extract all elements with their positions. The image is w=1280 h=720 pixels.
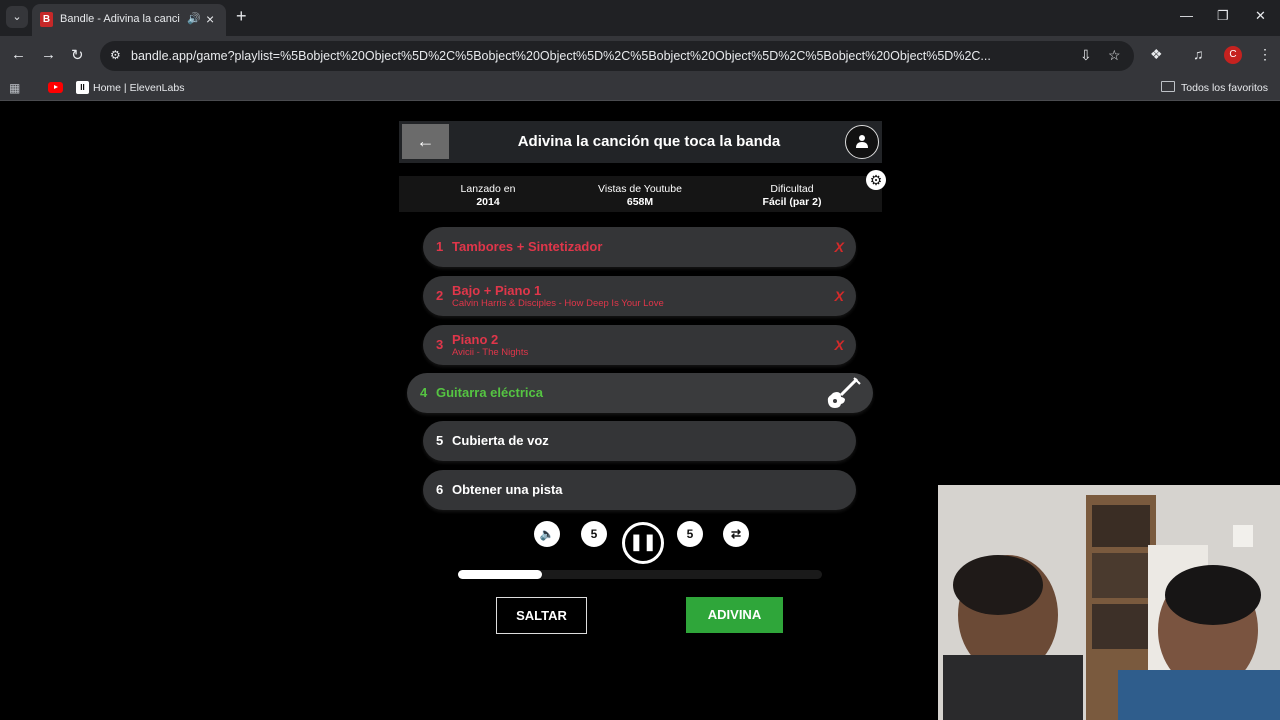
track-label: Bajo + Piano 1 bbox=[452, 283, 542, 298]
info-views-value: 658M bbox=[626, 196, 654, 208]
track-row-4-active[interactable]: 4 Guitarra eléctrica bbox=[407, 373, 873, 413]
forward-arrow-icon[interactable]: → bbox=[41, 46, 56, 63]
pause-button[interactable]: ❚❚ bbox=[622, 522, 664, 564]
track-number: 5 bbox=[436, 433, 444, 448]
info-difficulty: Dificultad Fácil (par 2) bbox=[739, 183, 845, 209]
track-row-2[interactable]: 2 Bajo + Piano 1 Calvin Harris & Discipl… bbox=[423, 276, 856, 316]
browser-toolbar: ← → ↻ ⚙ bandle.app/game?playlist=%5Bobje… bbox=[0, 36, 1280, 76]
browser-tab-active[interactable]: B Bandle - Adivina la canción 🔊 × bbox=[32, 4, 226, 36]
track-number: 3 bbox=[436, 337, 444, 352]
new-tab-plus-icon[interactable]: + bbox=[236, 6, 247, 27]
tab-title: Bandle - Adivina la canción bbox=[60, 13, 180, 25]
volume-icon[interactable]: 🔈 bbox=[534, 521, 560, 547]
track-label: Cubierta de voz bbox=[452, 433, 549, 448]
back-arrow-icon: ← bbox=[416, 131, 435, 151]
track-row-6[interactable]: 6 Obtener una pista bbox=[423, 470, 856, 510]
track-number: 1 bbox=[436, 239, 444, 254]
track-label: Piano 2 bbox=[452, 332, 499, 347]
site-settings-icon[interactable]: ⚙ bbox=[110, 48, 121, 62]
info-release-label: Lanzado en bbox=[460, 183, 516, 195]
extensions-puzzle-icon[interactable]: ❖ bbox=[1150, 46, 1163, 63]
wrong-mark-icon: X bbox=[834, 239, 844, 255]
repeat-off-icon[interactable]: ⇄ bbox=[723, 521, 749, 547]
game-title: Adivina la canción que toca la banda bbox=[517, 133, 781, 150]
user-profile-button[interactable] bbox=[845, 125, 879, 159]
guess-button[interactable]: ADIVINA bbox=[686, 597, 783, 633]
back-button[interactable]: ← bbox=[402, 124, 449, 159]
forward-5-icon[interactable]: 5 bbox=[677, 521, 703, 547]
bookmark-star-icon[interactable]: ☆ bbox=[1108, 47, 1121, 64]
playback-progress-bar[interactable] bbox=[458, 570, 822, 579]
folder-icon bbox=[1161, 81, 1176, 92]
track-row-5[interactable]: 5 Cubierta de voz bbox=[423, 421, 856, 461]
close-window-icon[interactable]: ✕ bbox=[1255, 8, 1266, 24]
track-number: 2 bbox=[436, 288, 444, 303]
minimize-window-icon[interactable]: — bbox=[1180, 8, 1193, 23]
pause-icon: ❚❚ bbox=[629, 534, 657, 551]
wrong-mark-icon: X bbox=[834, 337, 844, 353]
info-views: Vistas de Youtube 658M bbox=[585, 183, 695, 209]
track-label: Tambores + Sintetizador bbox=[452, 239, 603, 254]
track-number: 6 bbox=[436, 482, 444, 497]
rewind-seconds: 5 bbox=[590, 527, 598, 541]
track-label: Guitarra eléctrica bbox=[436, 385, 543, 400]
all-bookmarks-button[interactable]: Todos los favoritos bbox=[1161, 81, 1268, 94]
install-app-icon[interactable]: ⇩ bbox=[1080, 47, 1092, 64]
speaker-icon[interactable]: 🔊 bbox=[187, 12, 201, 25]
track-number: 4 bbox=[420, 385, 428, 400]
webcam-overlay bbox=[938, 485, 1280, 720]
apps-grid-icon[interactable]: ▦ bbox=[9, 81, 20, 95]
user-icon bbox=[856, 135, 868, 148]
bandle-favicon-icon: B bbox=[40, 12, 53, 27]
browser-menu-icon[interactable]: ⋮ bbox=[1258, 46, 1272, 63]
reload-icon[interactable]: ↻ bbox=[71, 46, 84, 64]
info-difficulty-value: Fácil (par 2) bbox=[762, 196, 822, 208]
address-bar[interactable]: ⚙ bandle.app/game?playlist=%5Bobject%20O… bbox=[100, 41, 1134, 71]
electric-guitar-icon bbox=[827, 377, 861, 408]
info-release-value: 2014 bbox=[476, 196, 500, 208]
song-info-bar: Lanzado en 2014 Vistas de Youtube 658M D… bbox=[399, 176, 882, 212]
track-row-3[interactable]: 3 Piano 2 Avicii - The Nights X bbox=[423, 325, 856, 365]
track-guess: Calvin Harris & Disciples - How Deep Is … bbox=[452, 298, 664, 309]
info-difficulty-label: Dificultad bbox=[770, 183, 814, 195]
settings-gear-icon[interactable]: ⚙ bbox=[866, 170, 886, 190]
info-views-label: Vistas de Youtube bbox=[598, 183, 682, 195]
playback-progress-fill bbox=[458, 570, 542, 579]
close-tab-icon[interactable]: × bbox=[206, 11, 214, 27]
url-text[interactable]: bandle.app/game?playlist=%5Bobject%20Obj… bbox=[131, 49, 1071, 63]
track-label: Obtener una pista bbox=[452, 482, 563, 497]
webcam-video-image bbox=[938, 485, 1280, 720]
bookmark-elevenlabs[interactable]: Home | ElevenLabs bbox=[93, 82, 184, 94]
game-header: ← Adivina la canción que toca la banda bbox=[399, 121, 882, 163]
bookmarks-bar: ▦ II Home | ElevenLabs Todos los favorit… bbox=[0, 76, 1280, 101]
elevenlabs-icon[interactable]: II bbox=[76, 81, 89, 94]
wrong-mark-icon: X bbox=[834, 288, 844, 304]
skip-button[interactable]: SALTAR bbox=[496, 597, 587, 634]
restore-window-icon[interactable]: ❐ bbox=[1217, 8, 1229, 24]
youtube-icon[interactable] bbox=[48, 82, 63, 93]
track-row-1[interactable]: 1 Tambores + Sintetizador X bbox=[423, 227, 856, 267]
browser-tab-bar: ⌄ B Bandle - Adivina la canción 🔊 × + — … bbox=[0, 0, 1280, 36]
profile-avatar[interactable]: C bbox=[1224, 46, 1242, 64]
media-controls-icon[interactable]: ♫ bbox=[1193, 46, 1204, 62]
all-bookmarks-label: Todos los favoritos bbox=[1181, 82, 1268, 94]
track-guess: Avicii - The Nights bbox=[452, 347, 529, 358]
back-arrow-icon[interactable]: ← bbox=[11, 46, 26, 63]
forward-seconds: 5 bbox=[686, 527, 694, 541]
rewind-5-icon[interactable]: 5 bbox=[581, 521, 607, 547]
info-release: Lanzado en 2014 bbox=[439, 183, 537, 209]
tab-search-chevron-icon[interactable]: ⌄ bbox=[6, 6, 28, 28]
